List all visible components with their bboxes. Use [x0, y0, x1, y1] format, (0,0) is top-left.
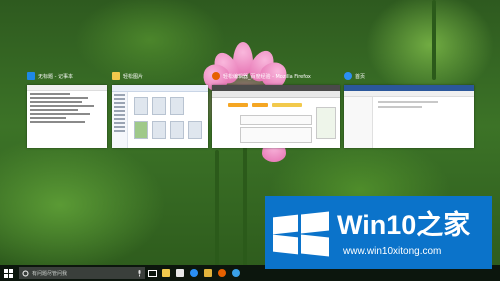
window-thumbnail [344, 85, 474, 148]
windows-logo-icon [3, 268, 13, 278]
window-thumbnail [27, 85, 107, 148]
notepad-icon [27, 72, 35, 80]
taskbar-firefox[interactable] [215, 265, 229, 281]
task-view-window-firefox[interactable]: 轻松编辑器_百度经验 - Mozilla Firefox [212, 70, 340, 148]
file-explorer-icon [162, 269, 170, 277]
taskbar-folder[interactable] [201, 265, 215, 281]
taskbar-file-explorer[interactable] [159, 265, 173, 281]
cortana-search-box[interactable]: 有问题尽管问我 [19, 267, 145, 279]
task-view-icon [147, 269, 157, 277]
brand-url: www.win10xitong.com [343, 246, 442, 257]
edge-icon [190, 269, 198, 277]
taskbar-edge[interactable] [187, 265, 201, 281]
folder-icon [204, 269, 212, 277]
brand-title: Win10之家 [337, 210, 471, 240]
taskbar-app[interactable] [229, 265, 243, 281]
leaf-stem [432, 0, 436, 80]
start-button[interactable] [0, 265, 16, 281]
task-view-button[interactable] [145, 265, 159, 281]
task-view-window-notepad[interactable]: 无标题 - 记事本 [27, 70, 107, 148]
window-title: 轻松编辑器_百度经验 - Mozilla Firefox [223, 73, 311, 80]
notepad-icon [176, 269, 184, 277]
windows-logo-icon [273, 211, 329, 257]
app-icon [232, 269, 240, 277]
folder-icon [112, 72, 120, 80]
task-view-window-explorer[interactable]: 轻松图片 [112, 70, 208, 148]
window-thumbnail [212, 85, 340, 148]
taskbar-notepad[interactable] [173, 265, 187, 281]
window-thumbnail [112, 85, 208, 148]
leaf-stem [215, 150, 219, 270]
win10-home-watermark: Win10之家 www.win10xitong.com [265, 196, 492, 269]
window-title: 无标题 - 记事本 [38, 73, 73, 80]
window-title: 首页 [355, 73, 366, 80]
microphone-icon[interactable] [137, 269, 142, 277]
cortana-icon [22, 270, 29, 276]
firefox-icon [218, 269, 226, 277]
window-title: 轻松图片 [123, 73, 144, 80]
explorer-icon [344, 72, 352, 80]
task-view-window-home[interactable]: 首页 [344, 70, 474, 148]
search-placeholder: 有问题尽管问我 [32, 270, 68, 277]
firefox-icon [212, 72, 220, 80]
